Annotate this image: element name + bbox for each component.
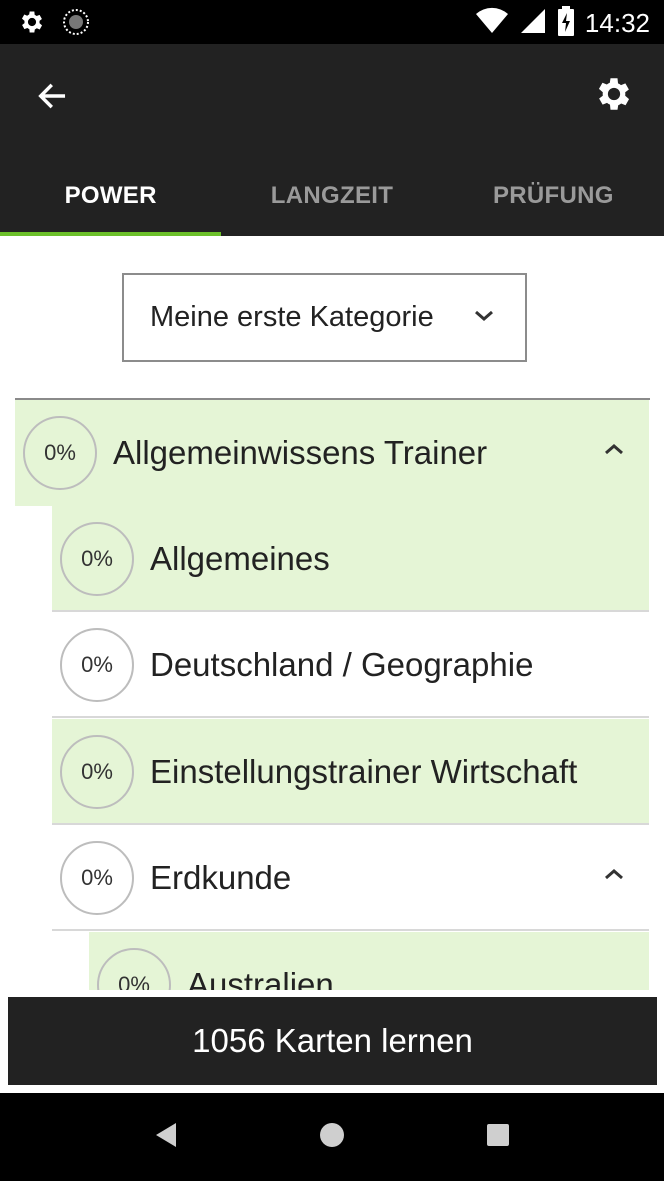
tree-item[interactable]: 0% Einstellungstrainer Wirtschaft — [52, 719, 649, 825]
category-tree: 0% Allgemeinwissens Trainer 0% Allgemein… — [0, 398, 664, 990]
tree-item[interactable]: 0% Allgemeinwissens Trainer — [15, 400, 649, 506]
status-time: 14:32 — [584, 8, 650, 38]
settings-button[interactable] — [590, 72, 638, 120]
arrow-left-icon — [35, 79, 69, 118]
chevron-down-icon — [473, 309, 495, 328]
category-select[interactable]: Meine erste Kategorie — [122, 273, 527, 362]
settings-icon — [18, 8, 46, 41]
gear-icon — [593, 73, 635, 120]
nav-home-button[interactable] — [312, 1117, 352, 1157]
tree-item[interactable]: 0% Allgemeines — [52, 506, 649, 612]
chevron-up-icon[interactable] — [603, 442, 625, 461]
tree-item-label: Allgemeinwissens Trainer — [113, 434, 488, 471]
tab-power[interactable]: POWER — [0, 156, 222, 236]
back-button[interactable] — [28, 74, 76, 122]
row-divider — [52, 716, 649, 718]
tree-item[interactable]: 0% Australien — [89, 932, 649, 990]
progress-circle: 0% — [23, 416, 97, 490]
tab-pruefung[interactable]: PRÜFUNG — [443, 156, 664, 236]
progress-circle: 0% — [60, 735, 134, 809]
tree-item[interactable]: 0% Erdkunde — [52, 825, 649, 931]
nav-back-button[interactable] — [146, 1117, 186, 1157]
learn-cards-button[interactable]: 1056 Karten lernen — [8, 997, 657, 1085]
nav-recents-button[interactable] — [478, 1117, 518, 1157]
tab-bar: POWER LANGZEIT PRÜFUNG — [0, 156, 664, 236]
category-select-value: Meine erste Kategorie — [150, 301, 434, 333]
navigation-bar — [0, 1093, 664, 1181]
tab-langzeit[interactable]: LANGZEIT — [221, 156, 442, 236]
wifi-icon — [475, 7, 509, 40]
tree-item-label: Einstellungstrainer Wirtschaft — [150, 753, 578, 790]
app-bar: POWER LANGZEIT PRÜFUNG — [0, 44, 664, 236]
tree-item-label: Allgemeines — [150, 540, 330, 577]
progress-circle: 0% — [60, 628, 134, 702]
status-bar: 14:32 — [0, 0, 664, 44]
chevron-up-icon[interactable] — [603, 867, 625, 886]
tree-item-label: Australien — [187, 966, 334, 990]
tree-item-label: Deutschland / Geographie — [150, 646, 534, 683]
back-triangle-icon — [153, 1121, 179, 1154]
tree-item-label: Erdkunde — [150, 859, 292, 896]
home-circle-icon — [318, 1121, 346, 1154]
row-divider — [52, 929, 649, 931]
battery-charging-icon — [557, 6, 575, 41]
progress-circle: 0% — [60, 522, 134, 596]
progress-circle: 0% — [60, 841, 134, 915]
signal-icon — [519, 7, 547, 40]
sync-icon — [62, 8, 90, 41]
progress-circle: 0% — [97, 948, 171, 990]
recents-square-icon — [485, 1122, 511, 1153]
tree-item[interactable]: 0% Deutschland / Geographie — [52, 612, 649, 718]
